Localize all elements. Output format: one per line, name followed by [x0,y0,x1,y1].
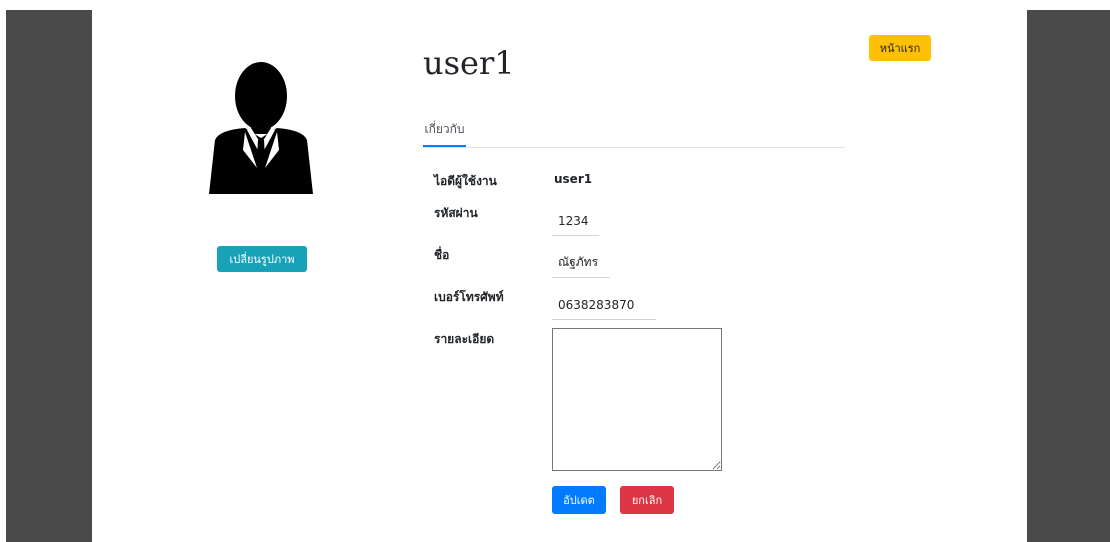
username-label: ไอดีผู้ใช้งาน [434,174,497,188]
home-button[interactable]: หน้าแรก [869,35,931,61]
tab-about[interactable]: เกี่ยวกับ [423,114,466,147]
details-textarea[interactable] [552,328,722,471]
phone-label: เบอร์โทรศัพท์ [434,290,504,304]
left-dark-panel [6,10,92,542]
right-dark-panel [1027,10,1110,542]
phone-field[interactable] [552,290,656,320]
page-title: user1 [423,44,515,82]
tab-bar: เกี่ยวกับ [423,114,845,148]
password-field[interactable] [552,206,599,236]
update-button[interactable]: อัปเดต [552,486,606,514]
details-label: รายละเอียด [434,332,495,346]
password-label: รหัสผ่าน [434,206,478,220]
change-picture-button[interactable]: เปลี่ยนรูปภาพ [217,246,307,272]
name-field[interactable] [552,248,610,278]
cancel-button[interactable]: ยกเลิก [620,486,674,514]
username-value: user1 [554,172,593,186]
user-silhouette-icon [209,62,313,194]
name-label: ชื่อ [434,248,450,262]
